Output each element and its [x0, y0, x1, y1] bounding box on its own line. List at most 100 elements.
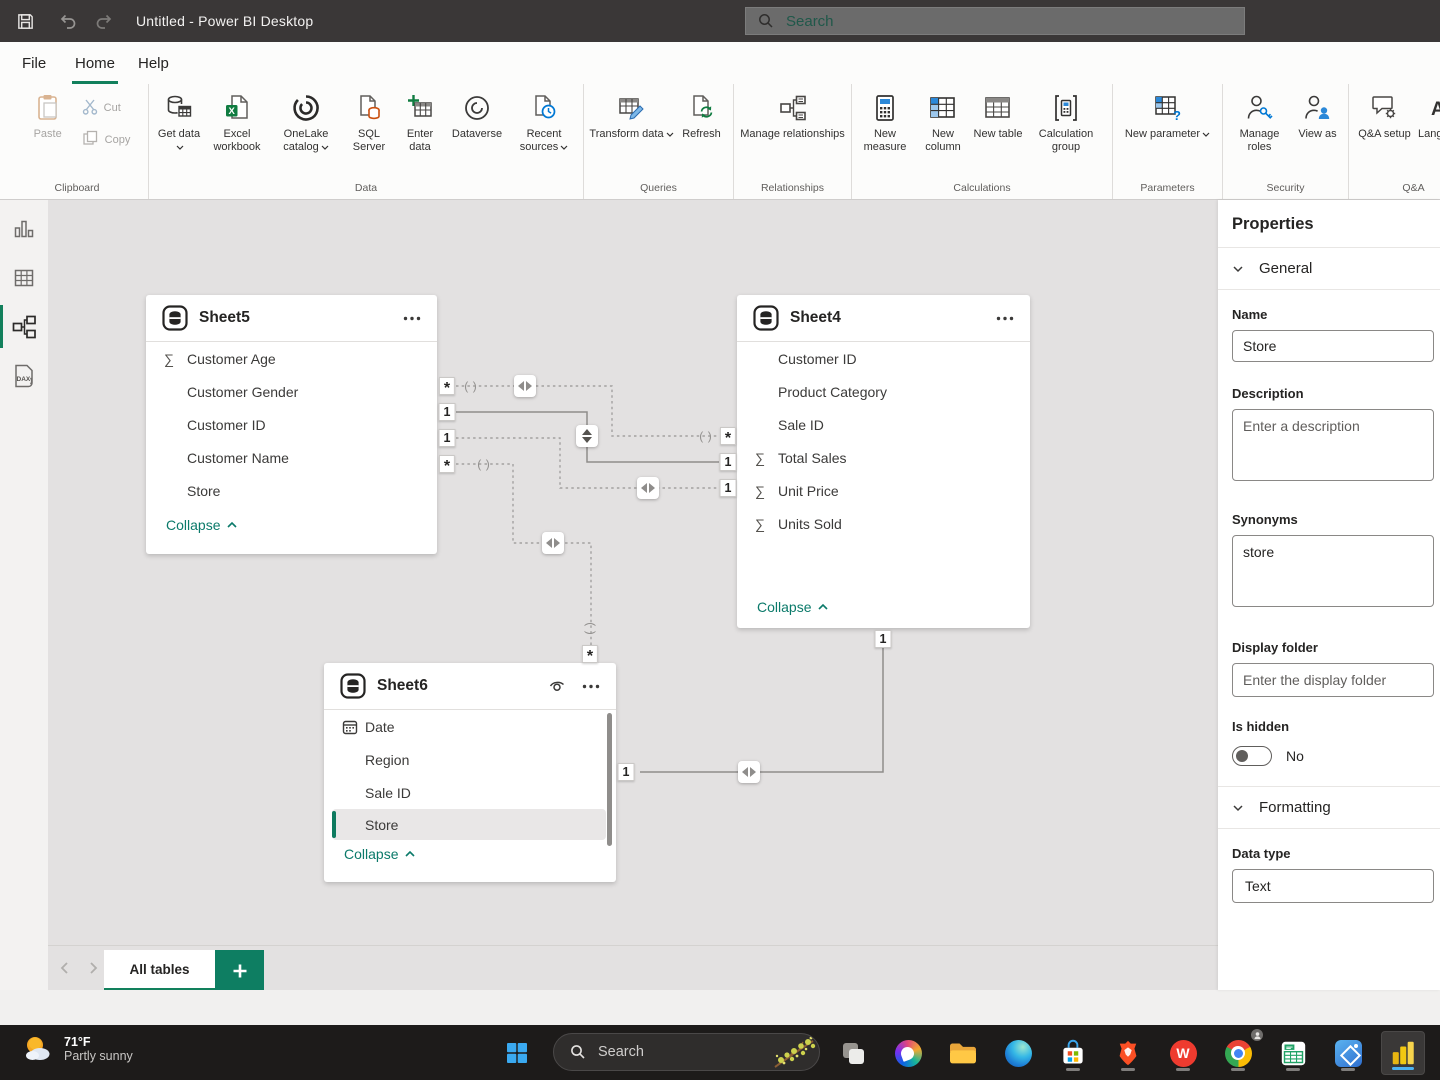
cardinality-marker[interactable]: 1 [875, 630, 892, 648]
table-card-sheet4[interactable]: Sheet4 Customer ID Product Category Sale… [737, 295, 1030, 628]
cardinality-marker[interactable]: 1 [618, 763, 635, 781]
tab-home[interactable]: Home [75, 42, 115, 84]
save-icon[interactable] [8, 6, 42, 36]
taskbar-photos-button[interactable] [1326, 1031, 1370, 1075]
data-type-dropdown[interactable]: Text [1232, 869, 1434, 903]
refresh-button[interactable]: Refresh [675, 84, 729, 141]
relationship-direction-badge[interactable] [637, 477, 659, 499]
more-options-icon[interactable] [996, 316, 1014, 321]
taskbar-edge-button[interactable] [996, 1031, 1040, 1075]
tab-help[interactable]: Help [138, 42, 169, 84]
field-row-selected[interactable]: Store [332, 809, 606, 840]
enter-data-button[interactable]: Enter data [395, 84, 445, 154]
taskbar-wps-office-button[interactable]: W [1161, 1031, 1205, 1075]
more-options-icon[interactable] [582, 684, 600, 689]
field-row[interactable]: Customer ID [737, 342, 1030, 375]
field-row[interactable]: Sale ID [737, 408, 1030, 441]
field-row[interactable]: Region [324, 743, 616, 776]
sidebar-item-dax-query-view[interactable]: DAX [0, 351, 48, 400]
visibility-eye-icon[interactable] [548, 679, 568, 693]
cardinality-marker[interactable]: * [582, 645, 598, 663]
synonyms-field[interactable]: store [1232, 535, 1434, 607]
manage-relationships-button[interactable]: Manage relationships [740, 84, 846, 141]
onelake-catalog-button[interactable]: OneLake catalog [269, 84, 343, 154]
taskbar-task-view-button[interactable] [831, 1031, 875, 1075]
field-row[interactable]: ∑Customer Age [146, 342, 437, 375]
taskbar-copilot-button[interactable] [886, 1031, 930, 1075]
collapse-link[interactable]: Collapse [324, 840, 616, 875]
cut-button[interactable]: Cut [82, 98, 131, 118]
new-measure-button[interactable]: New measure [856, 84, 914, 154]
recent-sources-button[interactable]: Recent sources [509, 84, 579, 154]
sql-server-button[interactable]: SQL Server [343, 84, 395, 154]
relationship-direction-badge-selected[interactable] [576, 425, 598, 447]
get-data-button[interactable]: Get data [153, 84, 205, 154]
taskbar-spreadsheet-button[interactable] [1271, 1031, 1315, 1075]
field-row[interactable]: Sale ID [324, 776, 616, 809]
taskbar-start-button[interactable] [495, 1031, 539, 1075]
language-button[interactable]: A Language [1414, 84, 1440, 154]
field-row[interactable]: Customer Name [146, 441, 437, 474]
taskbar-search-box[interactable]: Search [553, 1033, 820, 1071]
field-row[interactable]: ∑Unit Price [737, 474, 1030, 507]
dataverse-button[interactable]: Dataverse [445, 84, 509, 141]
taskbar-chrome-button[interactable] [1216, 1031, 1260, 1075]
transform-data-button[interactable]: Transform data [589, 84, 675, 141]
field-row[interactable]: ∑Total Sales [737, 441, 1030, 474]
undo-icon[interactable] [50, 6, 84, 36]
cardinality-marker[interactable]: 1 [720, 479, 737, 497]
taskbar-file-explorer-button[interactable] [941, 1031, 985, 1075]
field-row[interactable]: Store [146, 474, 437, 507]
field-row[interactable]: Customer Gender [146, 375, 437, 408]
table-card-sheet6[interactable]: Sheet6 Date Region Sale ID Store Collaps… [324, 663, 616, 882]
table-card-sheet5[interactable]: Sheet5 ∑Customer Age Customer Gender Cus… [146, 295, 437, 554]
excel-workbook-button[interactable]: X Excel workbook [205, 84, 269, 154]
paste-button[interactable]: Paste [24, 84, 72, 141]
is-hidden-toggle[interactable] [1232, 746, 1272, 766]
next-layout-arrow-icon[interactable] [86, 959, 100, 982]
cardinality-marker[interactable]: * [439, 377, 455, 395]
cardinality-marker[interactable]: 1 [720, 453, 737, 471]
cardinality-marker[interactable]: * [720, 427, 736, 445]
sidebar-item-table-view[interactable] [0, 253, 48, 302]
qa-setup-button[interactable]: Q&A setup [1356, 84, 1414, 141]
cardinality-marker[interactable]: * [439, 455, 455, 473]
collapse-link[interactable]: Collapse [146, 507, 437, 546]
tab-file[interactable]: File [22, 42, 46, 84]
taskbar-brave-button[interactable] [1106, 1031, 1150, 1075]
relationship-direction-badge[interactable] [542, 532, 564, 554]
field-row[interactable]: Customer ID [146, 408, 437, 441]
card-scrollbar[interactable] [607, 713, 612, 846]
prev-layout-arrow-icon[interactable] [58, 959, 72, 982]
field-row[interactable]: Date [324, 710, 616, 743]
new-parameter-button[interactable]: ? New parameter [1118, 84, 1218, 141]
field-row[interactable]: ∑Units Sold [737, 507, 1030, 540]
weather-widget[interactable]: 71°F Partly sunny [22, 1033, 133, 1065]
manage-roles-button[interactable]: Manage roles [1228, 84, 1292, 154]
redo-icon[interactable] [88, 6, 122, 36]
field-row[interactable]: Product Category [737, 375, 1030, 408]
new-table-button[interactable]: New table [972, 84, 1024, 141]
taskbar-store-button[interactable] [1051, 1031, 1095, 1075]
sidebar-item-report-view[interactable] [0, 204, 48, 253]
relationship-direction-badge[interactable] [514, 375, 536, 397]
name-field[interactable] [1232, 330, 1434, 362]
section-general[interactable]: General [1218, 248, 1440, 290]
collapse-link[interactable]: Collapse [737, 589, 1030, 628]
app-search-box[interactable]: Search [745, 7, 1245, 35]
copy-button[interactable]: Copy [82, 130, 131, 149]
cardinality-marker[interactable]: 1 [439, 429, 456, 447]
display-folder-field[interactable] [1232, 663, 1434, 697]
new-column-button[interactable]: New column [914, 84, 972, 154]
description-field[interactable] [1232, 409, 1434, 481]
section-formatting[interactable]: Formatting [1218, 786, 1440, 829]
more-options-icon[interactable] [403, 316, 421, 321]
view-as-button[interactable]: View as [1292, 84, 1344, 141]
taskbar-power-bi-button[interactable] [1381, 1031, 1425, 1075]
sidebar-item-model-view[interactable] [0, 302, 48, 351]
relationship-direction-badge[interactable] [738, 761, 760, 783]
layout-tab-all-tables[interactable]: All tables [104, 950, 215, 991]
calculation-group-button[interactable]: Calculation group [1024, 84, 1108, 154]
cardinality-marker[interactable]: 1 [439, 403, 456, 421]
add-layout-button[interactable] [215, 950, 264, 991]
